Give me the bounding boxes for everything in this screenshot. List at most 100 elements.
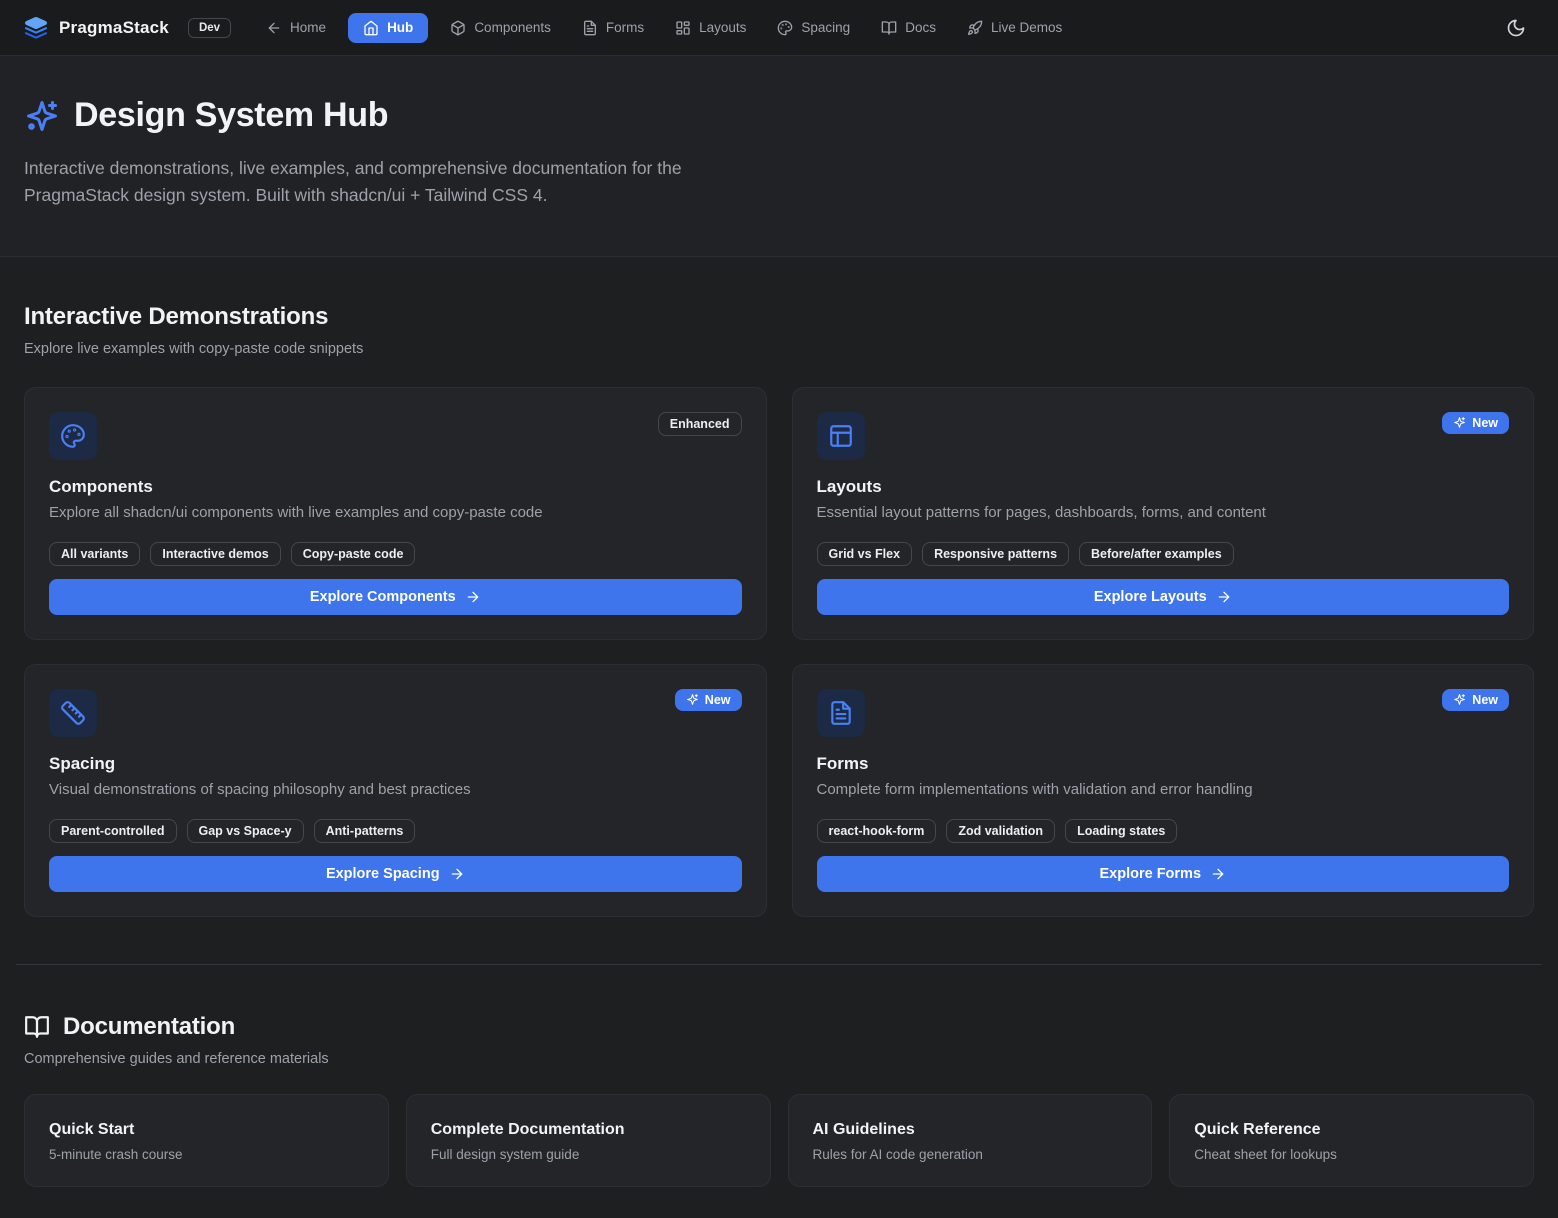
enhanced-badge: Enhanced [658,412,742,436]
explore-spacing-button[interactable]: Explore Spacing [49,856,742,892]
doc-card-description: Cheat sheet for lookups [1194,1147,1509,1162]
nav-item-spacing[interactable]: Spacing [768,13,859,43]
dev-badge: Dev [188,18,231,38]
brand-group[interactable]: PragmaStack Dev [24,16,231,40]
doc-card-title: Quick Start [49,1121,364,1139]
nav-item-label: Hub [387,20,413,35]
docs-subheading: Comprehensive guides and reference mater… [24,1051,1534,1067]
moon-icon [1506,18,1526,38]
sparkles-icon [1453,693,1466,706]
file-text-icon [582,20,598,36]
demos-section: Interactive Demonstrations Explore live … [0,303,1558,917]
doc-card-title: Quick Reference [1194,1121,1509,1139]
sparkles-icon [686,693,699,706]
box-icon [450,20,466,36]
arrow-right-icon [1210,866,1226,882]
doc-card-quick-reference[interactable]: Quick Reference Cheat sheet for lookups [1169,1094,1534,1187]
nav-item-docs[interactable]: Docs [872,13,945,43]
tag-badge: Responsive patterns [922,542,1069,566]
card-title: Forms [817,754,1510,774]
brand-title: PragmaStack [59,18,169,38]
main-content: Interactive Demonstrations Explore live … [0,303,1558,1187]
card-icon-tile [817,689,865,737]
demos-heading: Interactive Demonstrations [24,303,1534,331]
navbar: PragmaStack Dev Home Hub Components Forms La… [0,0,1558,56]
section-divider [16,964,1542,965]
tag-badge: Gap vs Space-y [187,819,304,843]
docs-heading: Documentation [63,1013,235,1041]
nav-items: Home Hub Components Forms Layouts Spacing Docs… [257,13,1071,43]
explore-forms-button[interactable]: Explore Forms [817,856,1510,892]
nav-item-hub[interactable]: Hub [348,13,428,43]
card-tags: react-hook-form Zod validation Loading sta… [817,819,1510,843]
page-title: Design System Hub [74,96,388,135]
tag-badge: Anti-patterns [314,819,416,843]
nav-item-label: Home [290,20,326,35]
sparkles-icon [24,98,60,134]
doc-card-title: Complete Documentation [431,1121,746,1139]
nav-item-label: Forms [606,20,644,35]
tag-badge: Copy-paste code [291,542,416,566]
demos-subheading: Explore live examples with copy-paste co… [24,341,1534,357]
sparkles-icon [1453,416,1466,429]
explore-components-button[interactable]: Explore Components [49,579,742,615]
nav-item-components[interactable]: Components [441,13,560,43]
card-description: Essential layout patterns for pages, das… [817,504,1510,521]
demo-card-layouts: New Layouts Essential layout patterns fo… [792,387,1535,640]
demo-grid: Enhanced Components Explore all shadcn/u… [24,387,1534,917]
tag-badge: All variants [49,542,140,566]
doc-card-description: 5-minute crash course [49,1147,364,1162]
arrow-left-icon [266,20,282,36]
card-header: New [817,412,1510,460]
nav-item-live-demos[interactable]: Live Demos [958,13,1071,43]
new-badge: New [1442,412,1509,434]
card-icon-tile [49,412,97,460]
card-title: Spacing [49,754,742,774]
new-badge: New [675,689,742,711]
file-text-icon [828,700,854,726]
demo-card-forms: New Forms Complete form implementations … [792,664,1535,917]
doc-card-complete-documentation[interactable]: Complete Documentation Full design syste… [406,1094,771,1187]
nav-item-home[interactable]: Home [257,13,335,43]
nav-item-label: Live Demos [991,20,1062,35]
nav-item-label: Components [474,20,551,35]
card-description: Complete form implementations with valid… [817,781,1510,798]
new-badge: New [1442,689,1509,711]
card-tags: Parent-controlledGap vs Space-yAnti-patt… [49,819,742,843]
nav-item-label: Spacing [801,20,850,35]
doc-card-description: Full design system guide [431,1147,746,1162]
book-open-icon [881,20,897,36]
card-header: New [817,689,1510,737]
book-open-icon [24,1014,50,1040]
card-icon-tile [49,689,97,737]
layers-icon [24,16,48,40]
card-description: Visual demonstrations of spacing philoso… [49,781,742,798]
arrow-right-icon [1216,589,1232,605]
arrow-right-icon [449,866,465,882]
card-title: Layouts [817,477,1510,497]
doc-card-ai-guidelines[interactable]: AI Guidelines Rules for AI code generati… [788,1094,1153,1187]
card-description: Explore all shadcn/ui components with li… [49,504,742,521]
layout-grid-icon [675,20,691,36]
tag-badge: Before/after examples [1079,542,1234,566]
doc-card-description: Rules for AI code generation [813,1147,1128,1162]
card-tags: All variantsInteractive demosCopy-paste … [49,542,742,566]
tag-badge: Zod validation [946,819,1055,843]
hero-section: Design System Hub Interactive demonstrat… [0,56,1558,257]
explore-layouts-button[interactable]: Explore Layouts [817,579,1510,615]
ruler-icon [60,700,86,726]
nav-item-layouts[interactable]: Layouts [666,13,755,43]
card-tags: Grid vs Flex Responsive patterns Before/af… [817,542,1510,566]
tag-badge: Grid vs Flex [817,542,913,566]
card-header: Enhanced [49,412,742,460]
card-title: Components [49,477,742,497]
theme-toggle-button[interactable] [1498,10,1534,46]
arrow-right-icon [465,589,481,605]
doc-card-quick-start[interactable]: Quick Start 5-minute crash course [24,1094,389,1187]
palette-icon [60,423,86,449]
demo-card-components: Enhanced Components Explore all shadcn/u… [24,387,767,640]
nav-item-forms[interactable]: Forms [573,13,653,43]
tag-badge: Loading states [1065,819,1177,843]
card-icon-tile [817,412,865,460]
tag-badge: react-hook-form [817,819,937,843]
